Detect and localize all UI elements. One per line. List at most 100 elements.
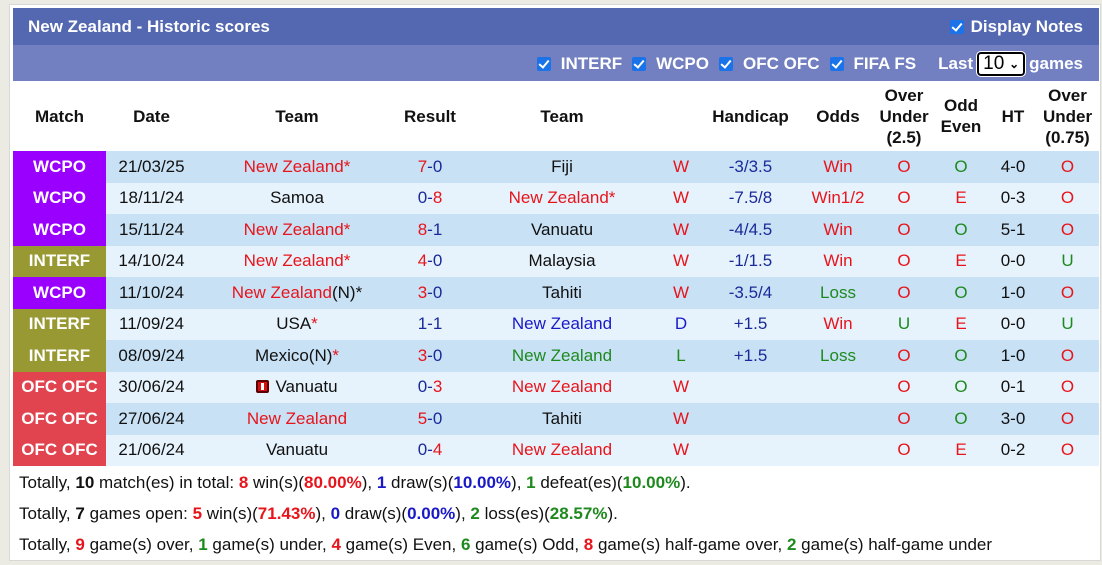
- filter-bar: INTERF WCPO OFC OFC FIFA FS Last 10 ⌄ ga…: [13, 45, 1099, 81]
- header-result: Result: [397, 81, 463, 151]
- away-team[interactable]: New Zealand*: [463, 182, 661, 214]
- summary-value: 1: [376, 473, 387, 492]
- win-draw-loss: W: [661, 182, 701, 214]
- match-type-badge[interactable]: WCPO: [13, 151, 106, 183]
- summary-value: 8: [238, 473, 249, 492]
- handicap: [701, 371, 800, 403]
- home-team[interactable]: Mexico(N)*: [197, 340, 397, 372]
- home-score: 0: [417, 377, 428, 397]
- away-team[interactable]: New Zealand: [463, 434, 661, 466]
- filter-ofc-checkbox[interactable]: [719, 57, 733, 71]
- summary-over-under-line: Totally, 9 game(s) over, 1 game(s) under…: [13, 529, 1099, 560]
- away-team[interactable]: Tahiti: [463, 277, 661, 309]
- home-team[interactable]: USA*: [197, 308, 397, 340]
- header-home-team: Team: [197, 81, 397, 151]
- over-under: O: [876, 371, 932, 403]
- over-under: O: [876, 434, 932, 466]
- home-team-name: New Zealand: [243, 251, 344, 271]
- summary-text: game(s) under,: [207, 535, 332, 554]
- display-notes-checkbox[interactable]: [949, 20, 964, 34]
- summary-value: 0.00%: [407, 504, 456, 523]
- summary-value: 2: [470, 504, 480, 523]
- filter-wcpo[interactable]: WCPO: [632, 54, 709, 74]
- over-under: O: [876, 277, 932, 309]
- display-notes-toggle[interactable]: Display Notes: [949, 17, 1083, 37]
- handicap: -7.5/8: [701, 182, 800, 214]
- away-team[interactable]: New Zealand: [463, 308, 661, 340]
- red-card-icon: [256, 380, 270, 394]
- chevron-down-icon: ⌄: [1009, 57, 1020, 71]
- table-row: INTERF 11/09/24 USA* 1-1 New Zealand D +1.5 Win…: [13, 308, 1099, 340]
- home-team-suffix: *: [343, 156, 351, 176]
- handicap: +1.5: [701, 308, 800, 340]
- match-type-badge[interactable]: OFC OFC: [13, 434, 106, 466]
- home-score: 5: [417, 408, 428, 428]
- filter-interf[interactable]: INTERF: [536, 54, 622, 74]
- home-team[interactable]: Vanuatu: [197, 434, 397, 466]
- filter-fifa-fs-checkbox[interactable]: [829, 57, 844, 71]
- half-time-score: 0-0: [990, 308, 1036, 340]
- home-team-suffix: *: [332, 345, 340, 365]
- win-draw-loss: W: [661, 245, 701, 277]
- match-date: 08/09/24: [106, 340, 197, 372]
- home-team[interactable]: New Zealand*: [197, 245, 397, 277]
- away-score: 8: [432, 188, 443, 208]
- match-type-badge[interactable]: OFC OFC: [13, 371, 106, 403]
- home-team[interactable]: Vanuatu: [197, 371, 397, 403]
- home-team[interactable]: New Zealand: [197, 403, 397, 435]
- home-team[interactable]: New Zealand*: [197, 214, 397, 246]
- filters: INTERF WCPO OFC OFC FIFA FS Last 10 ⌄ ga…: [527, 51, 1083, 77]
- summary-results-line: Totally, 10 match(es) in total: 8 win(s)…: [13, 467, 1099, 498]
- match-type-badge[interactable]: INTERF: [13, 245, 106, 277]
- filter-fifa-fs[interactable]: FIFA FS: [829, 54, 916, 74]
- match-type-badge[interactable]: WCPO: [13, 214, 106, 246]
- win-draw-loss: W: [661, 277, 701, 309]
- away-team[interactable]: New Zealand: [463, 371, 661, 403]
- scores-table: Match Date Team Result Team Handicap Odd…: [13, 81, 1099, 466]
- table-row: WCPO 21/03/25 New Zealand* 7-0 Fiji W -3/3.5 Wi…: [13, 151, 1099, 183]
- over-under: O: [876, 245, 932, 277]
- match-date: 18/11/24: [106, 182, 197, 214]
- win-draw-loss: L: [661, 340, 701, 372]
- half-time-over-under: U: [1036, 308, 1099, 340]
- summary-value: 8: [583, 535, 594, 554]
- odd-even: O: [932, 371, 990, 403]
- summary-text: ),: [511, 473, 527, 492]
- summary-text: ),: [361, 473, 377, 492]
- summary-value: 4: [331, 535, 341, 554]
- odd-even: O: [932, 277, 990, 309]
- filter-wcpo-checkbox[interactable]: [632, 57, 647, 71]
- away-team[interactable]: Malaysia: [463, 245, 661, 277]
- home-team[interactable]: New Zealand(N)*: [197, 277, 397, 309]
- home-team[interactable]: New Zealand*: [197, 151, 397, 183]
- win-draw-loss: D: [661, 308, 701, 340]
- home-score: 4: [417, 251, 428, 271]
- away-team[interactable]: Vanuatu: [463, 214, 661, 246]
- historic-scores-panel: New Zealand - Historic scores Display No…: [9, 4, 1101, 561]
- match-result: 3-0: [397, 277, 463, 309]
- over-under: O: [876, 403, 932, 435]
- win-draw-loss: W: [661, 214, 701, 246]
- odds-result: Win: [800, 245, 876, 277]
- match-type-badge[interactable]: WCPO: [13, 182, 106, 214]
- table-row: WCPO 11/10/24 New Zealand(N)* 3-0 Tahiti W -3.…: [13, 277, 1099, 309]
- match-type-badge[interactable]: INTERF: [13, 340, 106, 372]
- away-team[interactable]: Tahiti: [463, 403, 661, 435]
- home-score: 3: [417, 282, 428, 302]
- match-date: 27/06/24: [106, 403, 197, 435]
- filter-interf-checkbox[interactable]: [536, 57, 551, 71]
- filter-ofc[interactable]: OFC OFC: [719, 54, 820, 74]
- summary-text: game(s) half-game under: [796, 535, 993, 554]
- half-time-score: 0-3: [990, 182, 1036, 214]
- page-title: New Zealand - Historic scores: [28, 17, 270, 36]
- handicap: -3.5/4: [701, 277, 800, 309]
- half-time-score: 0-0: [990, 245, 1036, 277]
- match-type-badge[interactable]: OFC OFC: [13, 403, 106, 435]
- home-team[interactable]: Samoa: [197, 182, 397, 214]
- away-team[interactable]: Fiji: [463, 151, 661, 183]
- match-type-badge[interactable]: INTERF: [13, 308, 106, 340]
- last-games-select[interactable]: 10 ⌄: [976, 51, 1027, 77]
- match-type-badge[interactable]: WCPO: [13, 277, 106, 309]
- half-time-over-under: O: [1036, 182, 1099, 214]
- away-team[interactable]: New Zealand: [463, 340, 661, 372]
